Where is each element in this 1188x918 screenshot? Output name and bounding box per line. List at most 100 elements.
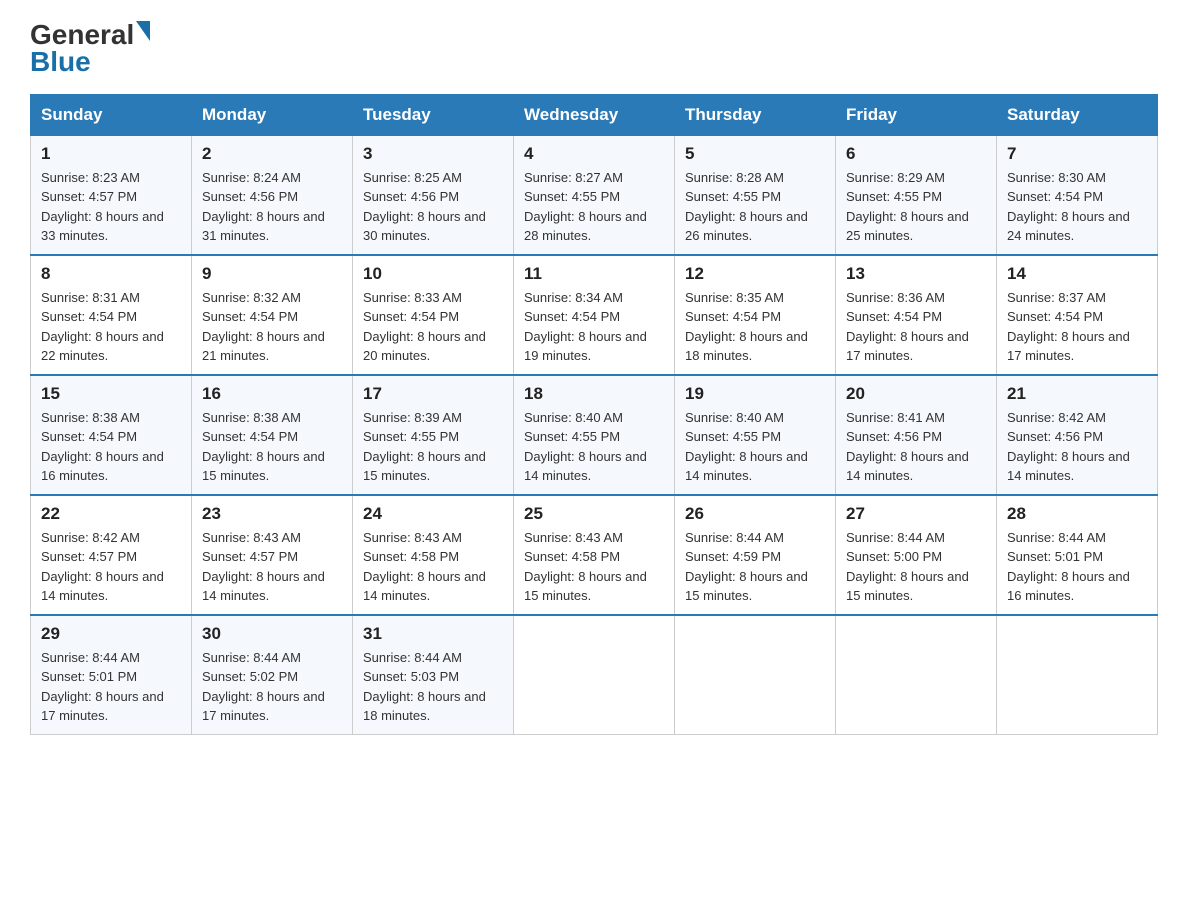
day-info: Sunrise: 8:33 AMSunset: 4:54 PMDaylight:… (363, 288, 503, 366)
day-info: Sunrise: 8:29 AMSunset: 4:55 PMDaylight:… (846, 168, 986, 246)
calendar-table: SundayMondayTuesdayWednesdayThursdayFrid… (30, 94, 1158, 735)
day-number: 3 (363, 144, 503, 164)
calendar-cell: 23Sunrise: 8:43 AMSunset: 4:57 PMDayligh… (192, 495, 353, 615)
day-number: 10 (363, 264, 503, 284)
day-info: Sunrise: 8:40 AMSunset: 4:55 PMDaylight:… (685, 408, 825, 486)
calendar-cell: 14 Sunrise: 8:37 AMSunset: 4:54 PMDayligh… (997, 255, 1158, 375)
calendar-cell: 29 Sunrise: 8:44 AMSunset: 5:01 PMDayligh… (31, 615, 192, 735)
calendar-cell: 15 Sunrise: 8:38 AMSunset: 4:54 PMDayligh… (31, 375, 192, 495)
weekday-header-row: SundayMondayTuesdayWednesdayThursdayFrid… (31, 94, 1158, 135)
calendar-cell: 18Sunrise: 8:40 AMSunset: 4:55 PMDayligh… (514, 375, 675, 495)
day-info: Sunrise: 8:34 AMSunset: 4:54 PMDaylight:… (524, 288, 664, 366)
calendar-cell: 24 Sunrise: 8:43 AMSunset: 4:58 PMDayligh… (353, 495, 514, 615)
day-info: Sunrise: 8:23 AMSunset: 4:57 PMDaylight:… (41, 168, 181, 246)
day-number: 25 (524, 504, 664, 524)
day-info: Sunrise: 8:28 AMSunset: 4:55 PMDaylight:… (685, 168, 825, 246)
weekday-header-monday: Monday (192, 94, 353, 135)
calendar-week-row: 8Sunrise: 8:31 AMSunset: 4:54 PMDaylight… (31, 255, 1158, 375)
calendar-cell: 26Sunrise: 8:44 AMSunset: 4:59 PMDayligh… (675, 495, 836, 615)
calendar-cell: 4 Sunrise: 8:27 AMSunset: 4:55 PMDaylight… (514, 135, 675, 255)
logo-triangle-icon (136, 21, 150, 41)
day-info: Sunrise: 8:24 AMSunset: 4:56 PMDaylight:… (202, 168, 342, 246)
calendar-cell: 3 Sunrise: 8:25 AMSunset: 4:56 PMDaylight… (353, 135, 514, 255)
day-number: 4 (524, 144, 664, 164)
calendar-cell: 10 Sunrise: 8:33 AMSunset: 4:54 PMDayligh… (353, 255, 514, 375)
day-info: Sunrise: 8:40 AMSunset: 4:55 PMDaylight:… (524, 408, 664, 486)
calendar-week-row: 1 Sunrise: 8:23 AMSunset: 4:57 PMDaylight… (31, 135, 1158, 255)
calendar-cell (514, 615, 675, 735)
calendar-week-row: 15 Sunrise: 8:38 AMSunset: 4:54 PMDayligh… (31, 375, 1158, 495)
calendar-week-row: 22Sunrise: 8:42 AMSunset: 4:57 PMDayligh… (31, 495, 1158, 615)
day-number: 29 (41, 624, 181, 644)
calendar-cell: 25Sunrise: 8:43 AMSunset: 4:58 PMDayligh… (514, 495, 675, 615)
day-info: Sunrise: 8:25 AMSunset: 4:56 PMDaylight:… (363, 168, 503, 246)
day-number: 17 (363, 384, 503, 404)
calendar-cell: 2 Sunrise: 8:24 AMSunset: 4:56 PMDaylight… (192, 135, 353, 255)
day-number: 13 (846, 264, 986, 284)
calendar-cell: 19 Sunrise: 8:40 AMSunset: 4:55 PMDayligh… (675, 375, 836, 495)
day-info: Sunrise: 8:36 AMSunset: 4:54 PMDaylight:… (846, 288, 986, 366)
day-info: Sunrise: 8:43 AMSunset: 4:58 PMDaylight:… (363, 528, 503, 606)
day-info: Sunrise: 8:44 AMSunset: 4:59 PMDaylight:… (685, 528, 825, 606)
day-info: Sunrise: 8:41 AMSunset: 4:56 PMDaylight:… (846, 408, 986, 486)
day-number: 11 (524, 264, 664, 284)
day-number: 15 (41, 384, 181, 404)
day-info: Sunrise: 8:44 AMSunset: 5:01 PMDaylight:… (1007, 528, 1147, 606)
calendar-cell: 5 Sunrise: 8:28 AMSunset: 4:55 PMDaylight… (675, 135, 836, 255)
day-info: Sunrise: 8:39 AMSunset: 4:55 PMDaylight:… (363, 408, 503, 486)
day-number: 16 (202, 384, 342, 404)
weekday-header-sunday: Sunday (31, 94, 192, 135)
calendar-cell: 7Sunrise: 8:30 AMSunset: 4:54 PMDaylight… (997, 135, 1158, 255)
calendar-cell: 16 Sunrise: 8:38 AMSunset: 4:54 PMDayligh… (192, 375, 353, 495)
calendar-cell: 8Sunrise: 8:31 AMSunset: 4:54 PMDaylight… (31, 255, 192, 375)
day-number: 30 (202, 624, 342, 644)
day-info: Sunrise: 8:35 AMSunset: 4:54 PMDaylight:… (685, 288, 825, 366)
day-number: 22 (41, 504, 181, 524)
logo-blue-text: Blue (30, 47, 91, 78)
calendar-cell (997, 615, 1158, 735)
calendar-cell: 21Sunrise: 8:42 AMSunset: 4:56 PMDayligh… (997, 375, 1158, 495)
day-number: 8 (41, 264, 181, 284)
day-info: Sunrise: 8:27 AMSunset: 4:55 PMDaylight:… (524, 168, 664, 246)
calendar-cell: 13 Sunrise: 8:36 AMSunset: 4:54 PMDayligh… (836, 255, 997, 375)
day-number: 31 (363, 624, 503, 644)
day-number: 19 (685, 384, 825, 404)
day-info: Sunrise: 8:44 AMSunset: 5:02 PMDaylight:… (202, 648, 342, 726)
calendar-cell: 17 Sunrise: 8:39 AMSunset: 4:55 PMDayligh… (353, 375, 514, 495)
day-info: Sunrise: 8:43 AMSunset: 4:57 PMDaylight:… (202, 528, 342, 606)
day-number: 12 (685, 264, 825, 284)
day-number: 2 (202, 144, 342, 164)
day-info: Sunrise: 8:44 AMSunset: 5:01 PMDaylight:… (41, 648, 181, 726)
day-info: Sunrise: 8:44 AMSunset: 5:00 PMDaylight:… (846, 528, 986, 606)
day-number: 1 (41, 144, 181, 164)
calendar-cell: 11 Sunrise: 8:34 AMSunset: 4:54 PMDayligh… (514, 255, 675, 375)
calendar-cell: 1 Sunrise: 8:23 AMSunset: 4:57 PMDaylight… (31, 135, 192, 255)
day-info: Sunrise: 8:38 AMSunset: 4:54 PMDaylight:… (202, 408, 342, 486)
logo: General Blue (30, 20, 150, 78)
day-info: Sunrise: 8:32 AMSunset: 4:54 PMDaylight:… (202, 288, 342, 366)
calendar-cell: 12 Sunrise: 8:35 AMSunset: 4:54 PMDayligh… (675, 255, 836, 375)
weekday-header-wednesday: Wednesday (514, 94, 675, 135)
day-info: Sunrise: 8:37 AMSunset: 4:54 PMDaylight:… (1007, 288, 1147, 366)
weekday-header-thursday: Thursday (675, 94, 836, 135)
day-info: Sunrise: 8:30 AMSunset: 4:54 PMDaylight:… (1007, 168, 1147, 246)
day-number: 24 (363, 504, 503, 524)
page-header: General Blue (30, 20, 1158, 78)
calendar-cell: 28Sunrise: 8:44 AMSunset: 5:01 PMDayligh… (997, 495, 1158, 615)
day-number: 5 (685, 144, 825, 164)
day-number: 14 (1007, 264, 1147, 284)
calendar-cell: 31 Sunrise: 8:44 AMSunset: 5:03 PMDayligh… (353, 615, 514, 735)
weekday-header-saturday: Saturday (997, 94, 1158, 135)
day-info: Sunrise: 8:38 AMSunset: 4:54 PMDaylight:… (41, 408, 181, 486)
weekday-header-tuesday: Tuesday (353, 94, 514, 135)
weekday-header-friday: Friday (836, 94, 997, 135)
calendar-cell: 27Sunrise: 8:44 AMSunset: 5:00 PMDayligh… (836, 495, 997, 615)
calendar-cell: 20 Sunrise: 8:41 AMSunset: 4:56 PMDayligh… (836, 375, 997, 495)
day-number: 20 (846, 384, 986, 404)
day-number: 6 (846, 144, 986, 164)
calendar-cell: 6 Sunrise: 8:29 AMSunset: 4:55 PMDaylight… (836, 135, 997, 255)
calendar-cell (675, 615, 836, 735)
day-number: 9 (202, 264, 342, 284)
calendar-week-row: 29 Sunrise: 8:44 AMSunset: 5:01 PMDayligh… (31, 615, 1158, 735)
day-info: Sunrise: 8:44 AMSunset: 5:03 PMDaylight:… (363, 648, 503, 726)
